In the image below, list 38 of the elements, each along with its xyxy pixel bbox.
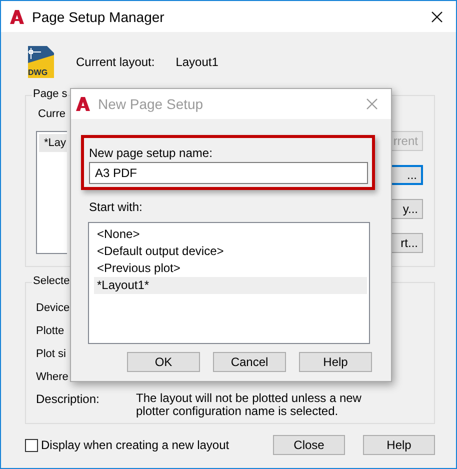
start-with-list[interactable]: <None> <Default output device> <Previous plot> *Layout1* [88, 222, 370, 344]
app-logo-icon [9, 8, 25, 24]
file-type-label: DWG [28, 68, 48, 78]
name-input-field[interactable]: A3 PDF [89, 162, 368, 184]
dialog-button[interactable]: Help [299, 352, 372, 372]
group-title: Page s [32, 88, 68, 100]
window-title: Page Setup Manager [32, 8, 164, 24]
start-with-label: Start with: [89, 200, 144, 214]
side-button[interactable]: ... [390, 165, 423, 185]
field-label: Device [36, 301, 70, 316]
dialog-button[interactable]: Close [273, 435, 345, 455]
list-item[interactable]: <None> [94, 226, 367, 243]
description-text: The layout will not be plotted unless a new plotter configuration name is selected. [136, 392, 362, 418]
current-layout-label: Current layout: [76, 55, 155, 69]
field-label: Plotte [36, 324, 64, 339]
checkbox-label[interactable]: Display when creating a new layout [41, 438, 230, 452]
page-setup-list[interactable]: *Lay [36, 131, 67, 254]
current-layout-value: Layout1 [176, 55, 218, 69]
close-icon[interactable] [431, 10, 443, 22]
name-field-label: New page setup name: [89, 146, 214, 160]
list-item[interactable]: <Default output device> [94, 243, 367, 260]
list-item[interactable]: <Previous plot> [94, 260, 367, 277]
description-label: Description: [36, 392, 100, 408]
dialog-button[interactable]: OK [127, 352, 200, 372]
group-title: Selecte [32, 275, 71, 287]
list-item[interactable]: *Lay [39, 134, 67, 152]
drawing-file-icon [27, 45, 55, 79]
app-logo-icon [75, 96, 91, 112]
field-label: Where [36, 370, 68, 385]
dialog-title: New Page Setup [98, 96, 204, 112]
field-label: Plot si [36, 347, 66, 362]
dialog-button[interactable]: Help [363, 435, 435, 455]
side-button[interactable]: rt... [390, 233, 423, 253]
list-item[interactable]: *Layout1* [94, 277, 367, 294]
side-button[interactable]: y... [390, 199, 423, 219]
dialog-button[interactable]: Cancel [213, 352, 286, 372]
checkbox[interactable] [25, 438, 38, 452]
current-page-setup-label: Curre [38, 108, 66, 120]
